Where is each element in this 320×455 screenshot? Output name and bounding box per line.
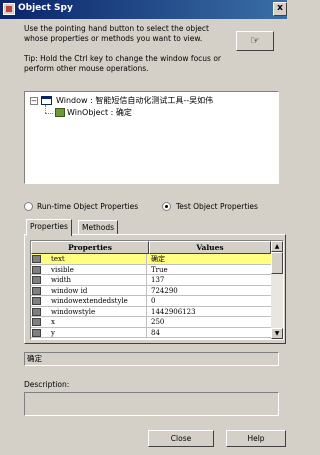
tab-properties[interactable]: Properties	[26, 219, 72, 236]
intro-text: Use the pointing hand button to select t…	[24, 24, 209, 43]
properties-grid[interactable]: Properties Values text 确定 visible True w…	[30, 240, 284, 340]
grid-header: Properties Values	[31, 241, 271, 254]
property-icon	[32, 318, 41, 326]
table-row[interactable]: x 250	[31, 317, 271, 328]
pointing-hand-button[interactable]: ☞	[236, 31, 274, 51]
property-value: 0	[151, 297, 156, 305]
property-value: 724290	[151, 286, 178, 295]
property-value: True	[151, 265, 168, 274]
runtime-properties-label[interactable]: Run-time Object Properties	[37, 202, 138, 211]
table-row[interactable]: y 84	[31, 327, 271, 338]
scroll-thumb[interactable]	[271, 252, 283, 274]
property-icon	[32, 307, 41, 316]
description-field	[24, 392, 279, 416]
property-name: width	[51, 275, 147, 285]
property-value: 确定	[151, 255, 165, 263]
help-button[interactable]: Help	[226, 430, 286, 447]
title-bar[interactable]: Object Spy x	[0, 0, 287, 19]
table-row[interactable]: windowextendedstyle 0	[31, 296, 271, 307]
property-icon	[32, 297, 41, 305]
selected-value-field: 确定	[24, 352, 279, 366]
close-button[interactable]: Close	[148, 430, 214, 447]
table-row[interactable]: windowstyle 1442906123	[31, 306, 271, 317]
description-label: Description:	[24, 380, 70, 389]
scroll-up-button[interactable]: ▲	[271, 241, 283, 252]
close-window-button[interactable]: x	[273, 2, 287, 16]
property-name: y	[51, 327, 147, 338]
property-icon	[32, 255, 41, 263]
collapse-icon[interactable]: −	[30, 97, 38, 105]
property-name: windowextendedstyle	[51, 296, 147, 306]
runtime-properties-radio[interactable]	[24, 202, 33, 211]
tree-connector	[45, 113, 53, 114]
property-name: text	[51, 254, 147, 264]
tree-item-winobject[interactable]: WinObject : 确定	[67, 107, 132, 118]
property-icon	[32, 265, 41, 274]
window-title: Object Spy	[18, 3, 73, 13]
winobject-icon	[55, 108, 65, 117]
property-icon	[32, 286, 41, 295]
app-icon	[3, 3, 15, 15]
property-name: windowstyle	[51, 306, 147, 317]
property-icon	[32, 276, 41, 284]
property-value: 84	[151, 328, 160, 337]
tip-text: Tip: Hold the Ctrl key to change the win…	[24, 54, 221, 73]
tree-connector	[45, 105, 46, 113]
vertical-scrollbar[interactable]: ▲ ▼	[271, 241, 283, 339]
table-row[interactable]: text 确定	[31, 254, 271, 265]
property-name: visible	[51, 264, 147, 275]
tab-methods[interactable]: Methods	[78, 220, 119, 235]
property-icon	[32, 328, 41, 337]
table-row[interactable]: width 137	[31, 275, 271, 286]
property-name: window id	[51, 285, 147, 296]
scroll-down-button[interactable]: ▼	[271, 328, 283, 339]
pointing-hand-icon: ☞	[250, 34, 260, 47]
test-properties-label[interactable]: Test Object Properties	[176, 202, 258, 211]
window-icon	[41, 96, 52, 105]
object-tree[interactable]: − Window : 智能短信自动化测试工具--吴如伟 WinObject : …	[24, 91, 279, 184]
property-value: 250	[151, 318, 165, 326]
property-name: x	[51, 317, 147, 327]
tree-item-window[interactable]: Window : 智能短信自动化测试工具--吴如伟	[56, 95, 213, 106]
table-row[interactable]: visible True	[31, 264, 271, 275]
test-properties-radio[interactable]	[162, 202, 171, 211]
property-value: 137	[151, 276, 165, 284]
column-header-properties[interactable]: Properties	[31, 241, 149, 254]
table-row[interactable]: window id 724290	[31, 285, 271, 296]
column-header-values[interactable]: Values	[149, 241, 271, 254]
property-value: 1442906123	[151, 307, 196, 316]
